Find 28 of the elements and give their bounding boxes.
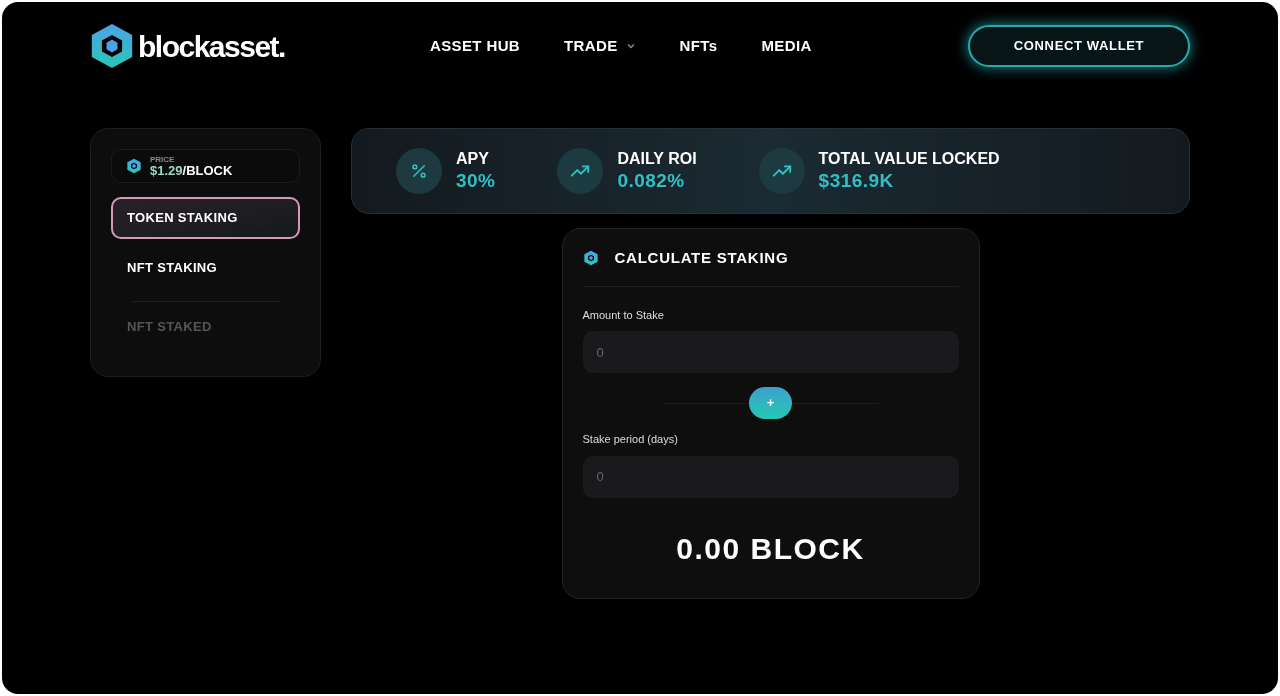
number-input-field[interactable]: 0 — [582, 331, 959, 373]
nav-link[interactable]: TRADE — [564, 34, 636, 58]
stat-value: 30% — [456, 169, 496, 193]
stat-label: TOTAL VALUE LOCKED — [818, 149, 1000, 170]
connect-wallet-button[interactable]: CONNECT WALLET — [968, 25, 1190, 67]
number-input-field[interactable]: 0 — [582, 455, 959, 498]
stat-value: $316.9K — [818, 169, 895, 193]
chevron-down-icon — [625, 41, 636, 51]
field-label: Stake period (days) — [582, 432, 679, 447]
sidebar-tab[interactable]: NFT STAKING — [111, 247, 300, 289]
sidebar-tab[interactable]: TOKEN STAKING — [111, 197, 300, 239]
price-label: PRICE — [150, 155, 176, 164]
stat-label: APY — [456, 149, 490, 170]
nav-link[interactable]: MEDIA — [761, 34, 812, 58]
logo-text: blockasset. — [138, 28, 285, 65]
calculator-title: CALCULATE STAKING — [614, 248, 789, 268]
nav-link[interactable]: ASSET HUB — [430, 34, 521, 58]
price-value: $1.29 — [150, 163, 183, 177]
price-unit: /BLOCK — [182, 163, 233, 177]
nav-link[interactable]: NFTs — [679, 34, 718, 58]
stat-value: 0.082% — [617, 169, 686, 193]
percent-icon — [410, 162, 428, 180]
field-label: Amount to Stake — [582, 307, 665, 323]
staking-result: 0.00 BLOCK — [676, 530, 865, 567]
hexagon-logo-icon — [126, 158, 142, 174]
stat-label: DAILY ROI — [617, 149, 697, 170]
logo-icon — [90, 21, 134, 71]
hexagon-logo-icon — [582, 250, 599, 267]
